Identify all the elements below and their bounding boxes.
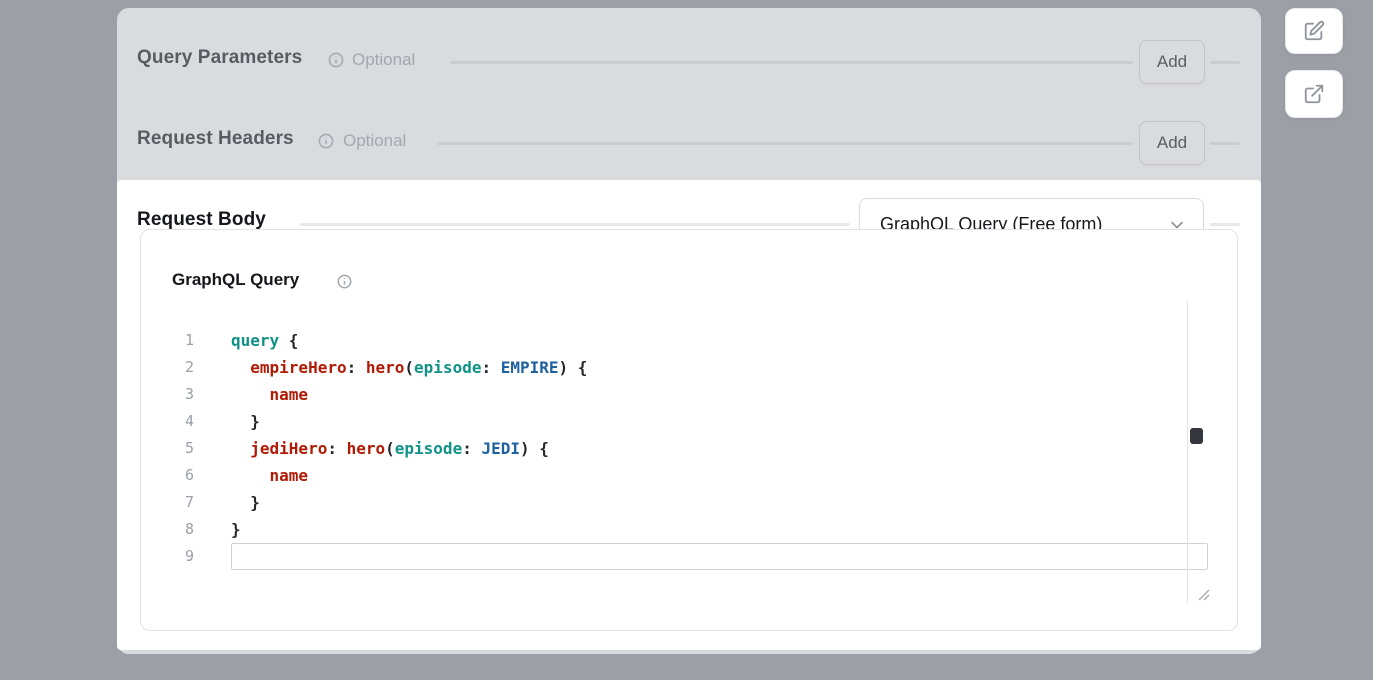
graphql-query-panel: GraphQL Query 123456789 query { empireHe… (140, 229, 1238, 631)
info-icon[interactable] (337, 274, 352, 289)
code-token: { (279, 331, 298, 350)
code-token: } (231, 412, 260, 431)
code-token (231, 439, 250, 458)
external-link-icon (1303, 83, 1325, 105)
resize-handle-icon[interactable] (1197, 588, 1210, 601)
request-body-modal: Request Body GraphQL Query (Free form) G… (117, 180, 1261, 650)
code-token: episode (414, 358, 481, 377)
code-token (231, 385, 270, 404)
code-token (231, 466, 270, 485)
code-token: empireHero (250, 358, 346, 377)
line-number: 6 (154, 462, 194, 489)
code-token: jediHero (250, 439, 327, 458)
code-token: hero (366, 358, 405, 377)
open-in-new-button[interactable] (1285, 70, 1343, 118)
edit-button[interactable] (1285, 8, 1343, 54)
code-line-1[interactable]: query { (231, 327, 1208, 354)
line-number: 3 (154, 381, 194, 408)
line-number: 2 (154, 354, 194, 381)
code-token: hero (347, 439, 386, 458)
line-number: 9 (154, 543, 194, 570)
code-token: name (270, 466, 309, 485)
graphql-code-editor[interactable]: query { empireHero: hero(episode: EMPIRE… (231, 327, 1208, 570)
editor-scrollbar-thumb[interactable] (1190, 428, 1203, 444)
code-line-5[interactable]: jediHero: hero(episode: JEDI) { (231, 435, 1208, 462)
divider (1210, 223, 1240, 226)
divider (300, 223, 850, 226)
editor-gutter: 123456789 (154, 327, 194, 570)
code-line-4[interactable]: } (231, 408, 1208, 435)
code-token: : (327, 439, 346, 458)
code-token: JEDI (481, 439, 520, 458)
code-line-9[interactable] (231, 543, 1208, 570)
code-token: ( (385, 439, 395, 458)
line-number: 4 (154, 408, 194, 435)
code-line-3[interactable]: name (231, 381, 1208, 408)
code-line-8[interactable]: } (231, 516, 1208, 543)
code-token: } (231, 520, 241, 539)
code-token: : (481, 358, 500, 377)
code-token (231, 358, 250, 377)
code-line-2[interactable]: empireHero: hero(episode: EMPIRE) { (231, 354, 1208, 381)
code-token: name (270, 385, 309, 404)
code-token: ) { (559, 358, 588, 377)
code-token: ) { (520, 439, 549, 458)
code-line-6[interactable]: name (231, 462, 1208, 489)
code-token: EMPIRE (501, 358, 559, 377)
request-body-title: Request Body (137, 209, 266, 231)
edit-icon (1303, 20, 1325, 42)
graphql-query-label: GraphQL Query (172, 270, 299, 290)
code-token: : (347, 358, 366, 377)
editor-right-border (1187, 301, 1188, 603)
line-number: 7 (154, 489, 194, 516)
line-number: 1 (154, 327, 194, 354)
line-number: 8 (154, 516, 194, 543)
code-token: : (462, 439, 481, 458)
code-token: query (231, 331, 279, 350)
code-line-7[interactable]: } (231, 489, 1208, 516)
app-stage: Query Parameters Optional Add Request He… (0, 0, 1373, 680)
code-token: } (231, 493, 260, 512)
code-token: episode (395, 439, 462, 458)
code-token: ( (404, 358, 414, 377)
line-number: 5 (154, 435, 194, 462)
